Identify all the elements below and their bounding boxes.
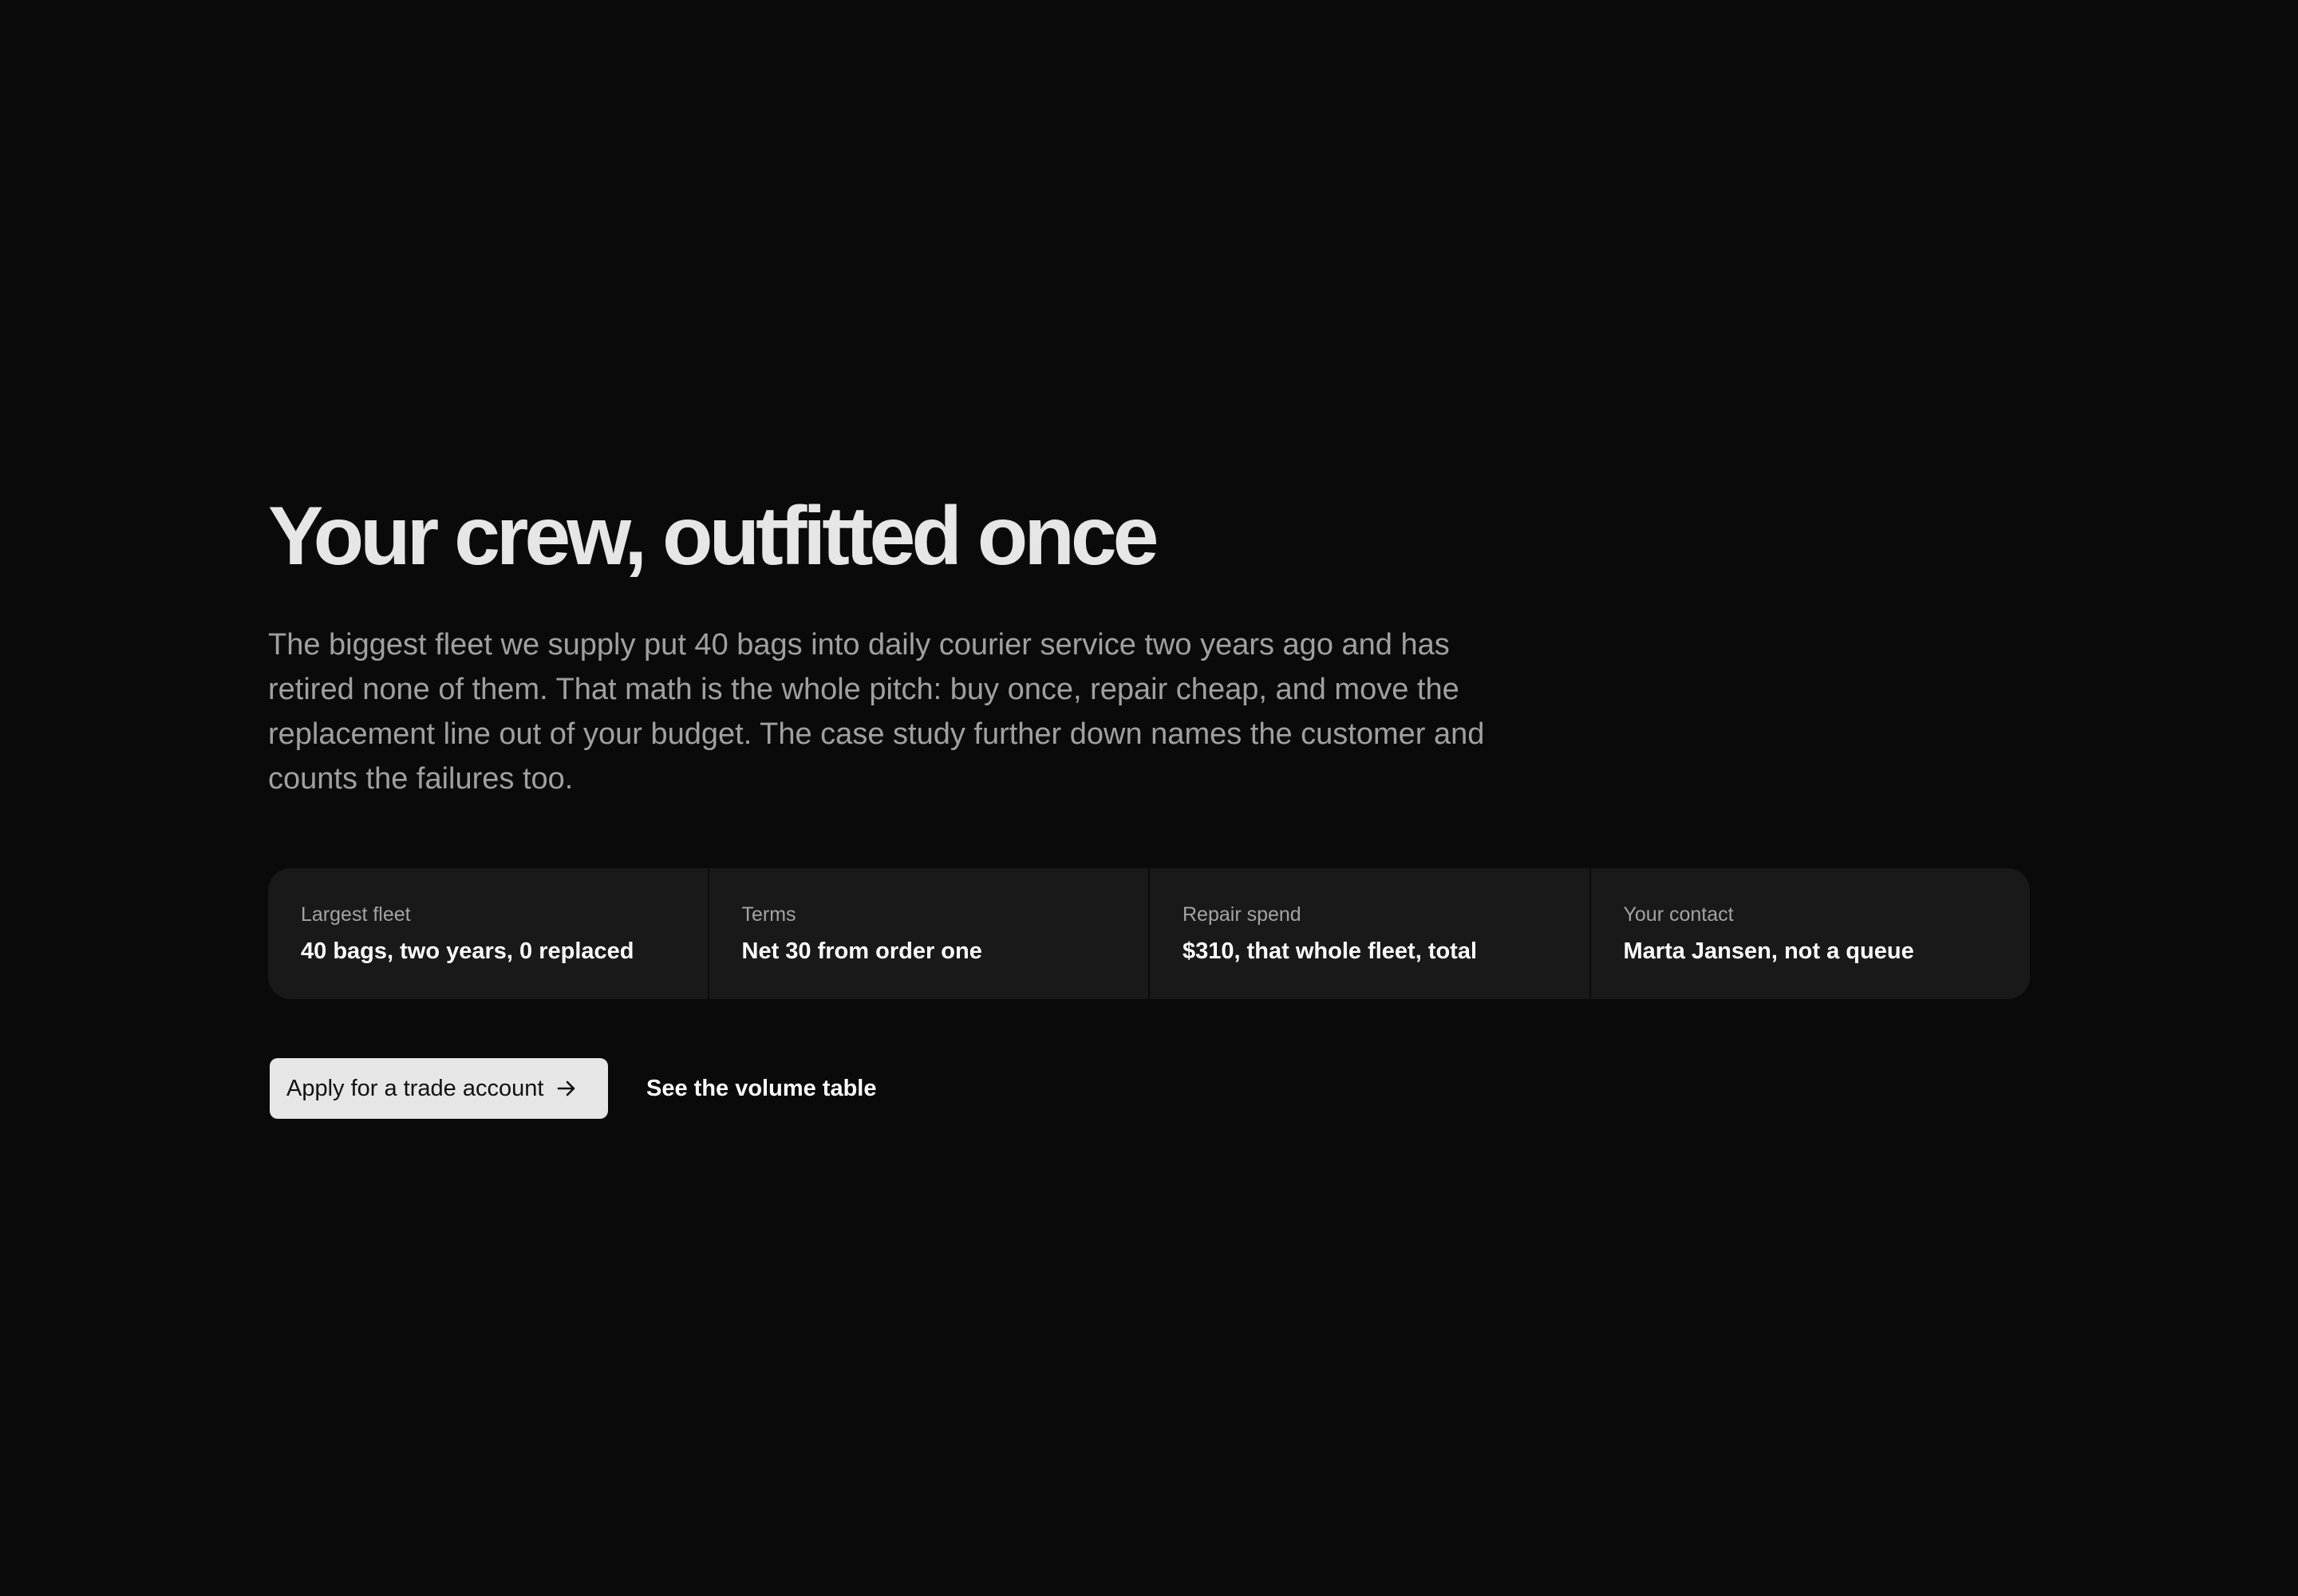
hero-intro: The biggest fleet we supply put 40 bags …: [268, 628, 1485, 796]
stat-value: Marta Jansen, not a queue: [1623, 938, 1914, 964]
stat-largest-fleet: Largest fleet 40 bags, two years, 0 repl…: [268, 868, 708, 999]
hero-title: Your crew, outfitted once: [268, 490, 1159, 583]
apply-trade-account-button[interactable]: Apply for a trade account: [270, 1058, 608, 1119]
stat-label: Your contact: [1623, 903, 1734, 926]
hero-section: Your crew, outfitted once The biggest fl…: [268, 488, 2030, 1119]
stat-label: Largest fleet: [301, 903, 411, 926]
stats-panel: Largest fleet 40 bags, two years, 0 repl…: [268, 868, 2030, 999]
stat-value: 40 bags, two years, 0 replaced: [301, 938, 634, 964]
arrow-right-icon: [556, 1078, 577, 1099]
stat-repair-spend: Repair spend $310, that whole fleet, tot…: [1148, 868, 1589, 999]
stat-value: Net 30 from order one: [741, 938, 982, 964]
stat-label: Terms: [741, 903, 796, 926]
stat-value: $310, that whole fleet, total: [1183, 938, 1478, 964]
hero-actions: Apply for a trade account See the volume…: [268, 1058, 2030, 1119]
stat-label: Repair spend: [1183, 903, 1301, 926]
apply-button-label: Apply for a trade account: [286, 1075, 544, 1101]
stat-terms: Terms Net 30 from order one: [707, 868, 1149, 999]
stat-your-contact: Your contact Marta Jansen, not a queue: [1589, 868, 2031, 999]
volume-table-link[interactable]: See the volume table: [646, 1076, 877, 1102]
